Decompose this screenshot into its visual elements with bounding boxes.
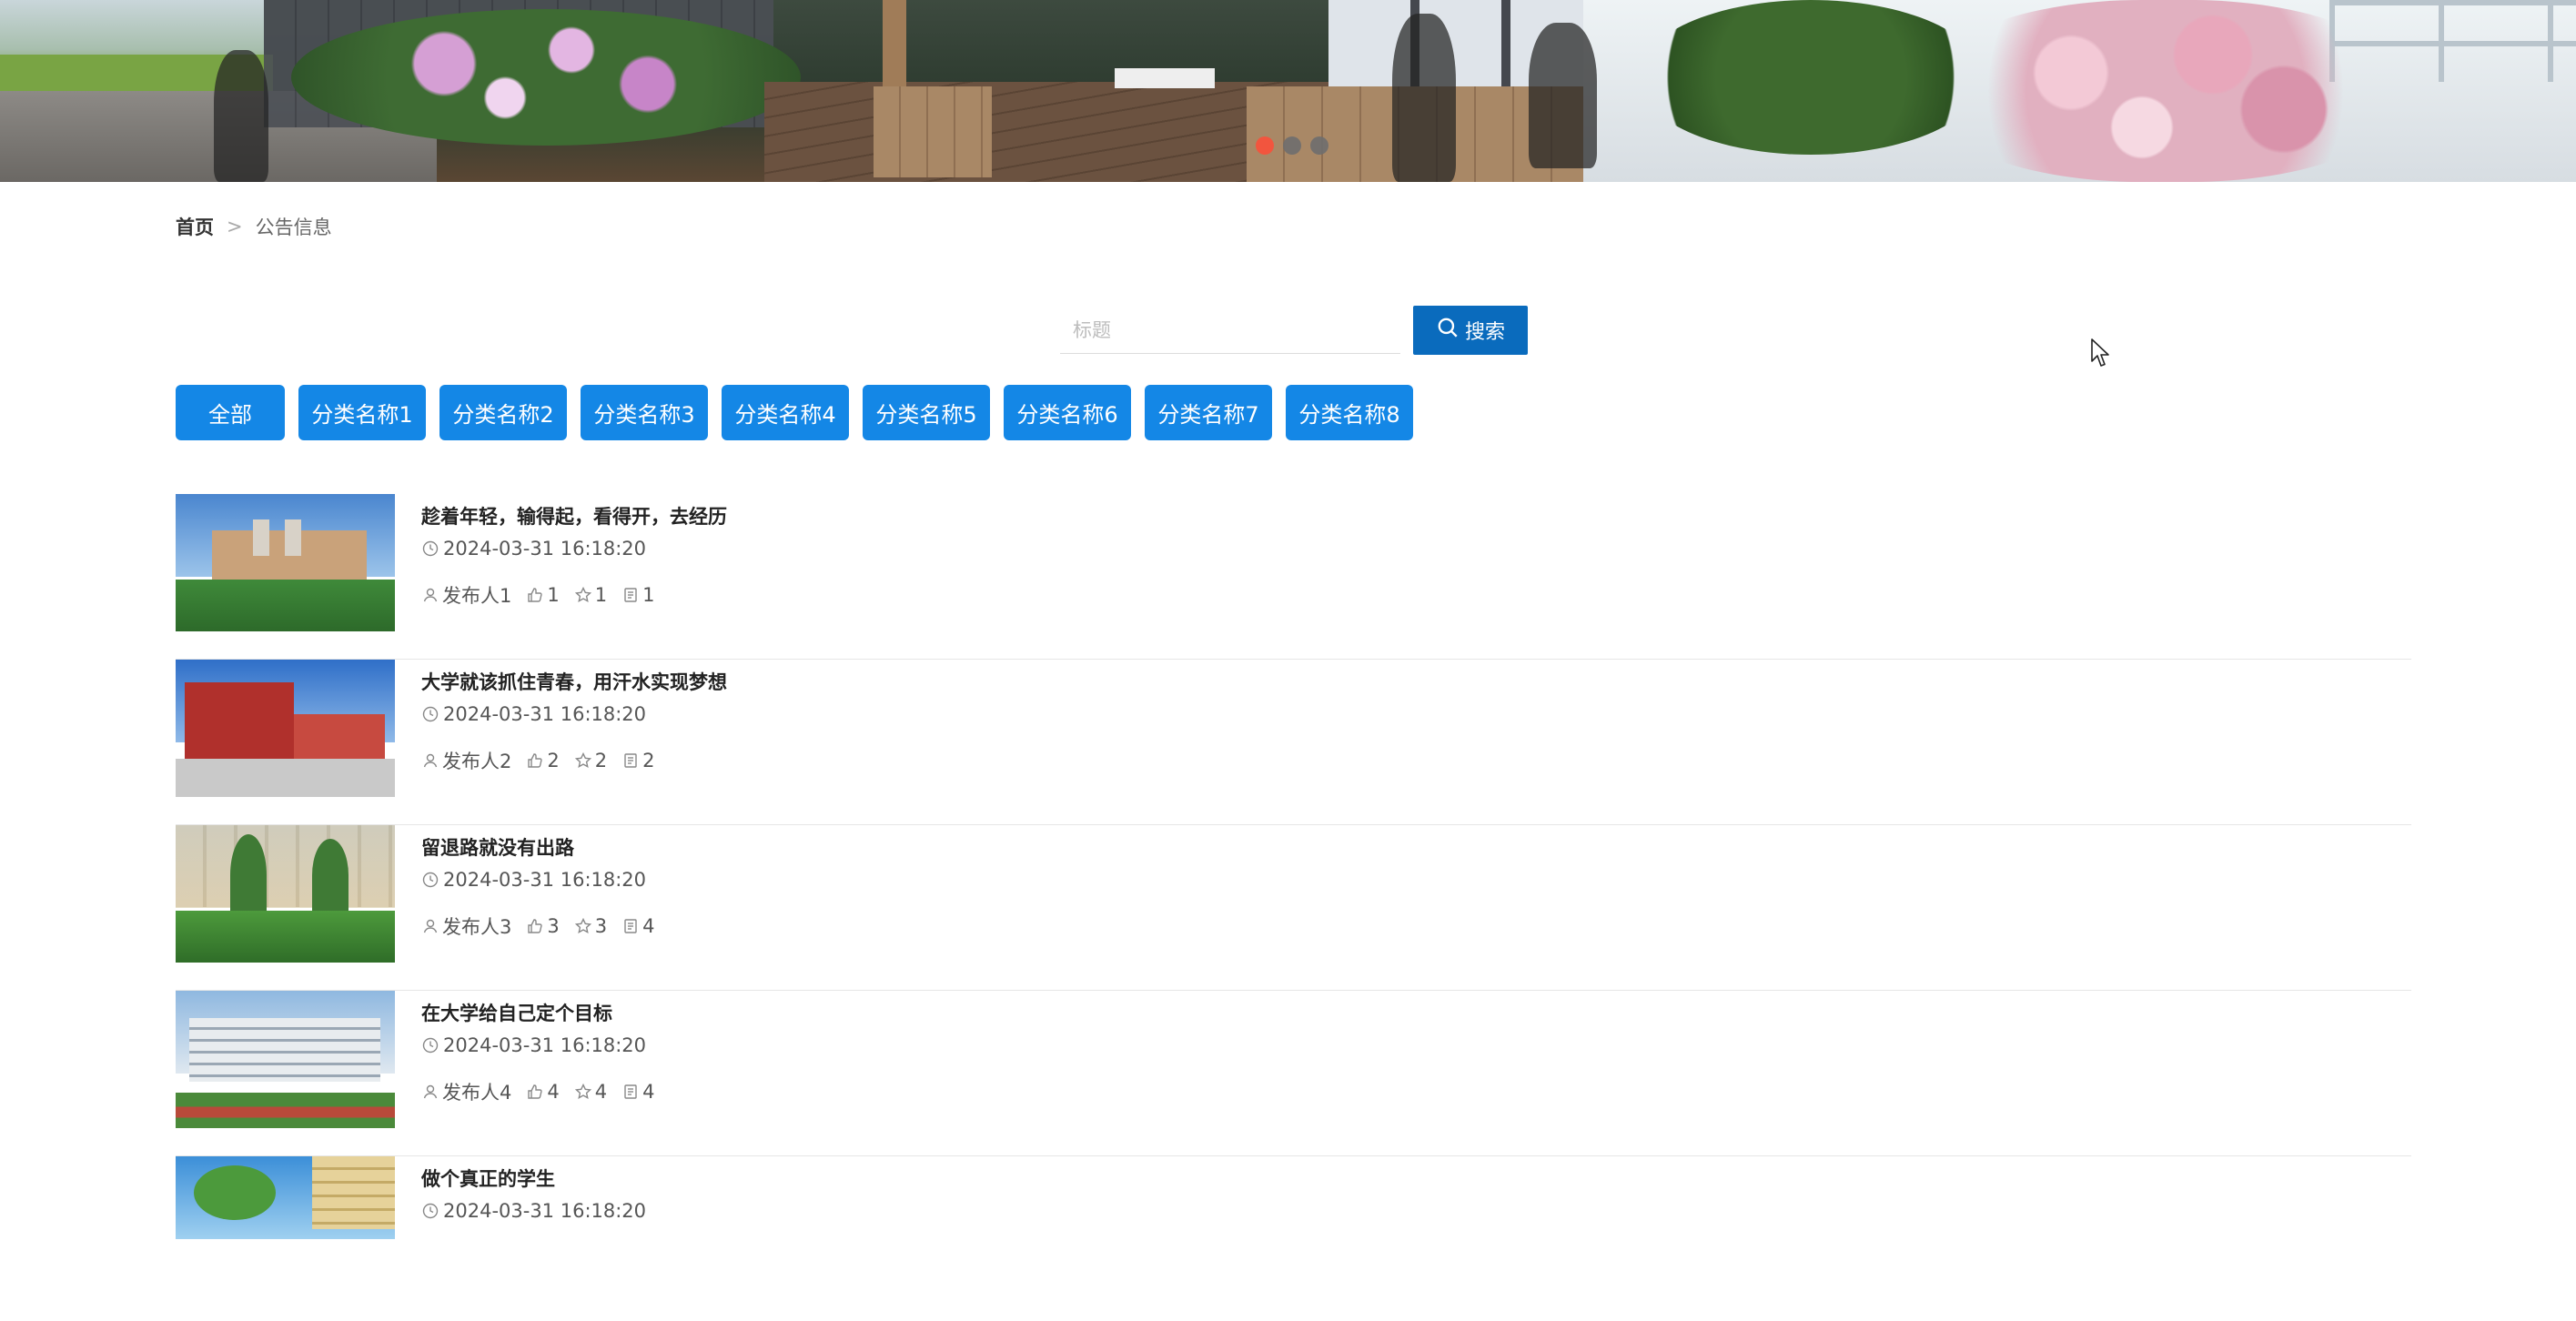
- category-5-button[interactable]: 分类名称5: [863, 385, 990, 440]
- search-button-label: 搜索: [1464, 321, 1505, 344]
- category-all-button[interactable]: 全部: [176, 385, 285, 440]
- clock-icon: [421, 705, 439, 723]
- category-8-button[interactable]: 分类名称8: [1286, 385, 1413, 440]
- carousel-dot-1[interactable]: [1256, 136, 1274, 155]
- notice-favorites: 4: [594, 1081, 608, 1103]
- notice-list-item[interactable]: 留退路就没有出路 2024-03-31 16:18:20 发布人3 3 3 4: [176, 825, 2411, 991]
- notice-meta: 发布人3 3 3 4: [421, 913, 670, 940]
- notice-meta: 发布人4 4 4 4: [421, 1078, 670, 1105]
- notice-time-text: 2024-03-31 16:18:20: [443, 703, 647, 725]
- notice-thumbnail[interactable]: [176, 660, 395, 797]
- breadcrumb-home-link[interactable]: 首页: [176, 213, 214, 240]
- carousel-dot-3[interactable]: [1310, 136, 1328, 155]
- notice-time-text: 2024-03-31 16:18:20: [443, 538, 647, 560]
- clock-icon: [421, 539, 439, 558]
- notice-title[interactable]: 趁着年轻，输得起，看得开，去经历: [421, 502, 727, 529]
- category-2-button[interactable]: 分类名称2: [439, 385, 567, 440]
- notice-time: 2024-03-31 16:18:20: [421, 538, 646, 560]
- notice-list-item[interactable]: 在大学给自己定个目标 2024-03-31 16:18:20 发布人4 4 4 …: [176, 991, 2411, 1156]
- category-1-button[interactable]: 分类名称1: [298, 385, 426, 440]
- clock-icon: [421, 1202, 439, 1220]
- comment-icon[interactable]: [621, 586, 640, 604]
- breadcrumb: 首页 > 公告信息: [176, 213, 332, 240]
- notice-likes: 4: [547, 1081, 560, 1103]
- carousel-indicators: [1256, 136, 1328, 155]
- notice-author: 发布人2: [442, 751, 512, 772]
- notice-time: 2024-03-31 16:18:20: [421, 1034, 646, 1056]
- thumbs-up-icon[interactable]: [526, 751, 544, 770]
- notice-thumbnail[interactable]: [176, 991, 395, 1128]
- notice-author: 发布人3: [442, 916, 512, 938]
- search-button[interactable]: 搜索: [1413, 306, 1528, 355]
- notice-time-text: 2024-03-31 16:18:20: [443, 1034, 647, 1056]
- notice-list: 趁着年轻，输得起，看得开，去经历 2024-03-31 16:18:20 发布人…: [176, 494, 2411, 1321]
- notice-author: 发布人1: [442, 585, 512, 607]
- breadcrumb-separator: >: [227, 216, 243, 237]
- notice-author: 发布人4: [442, 1082, 512, 1104]
- notice-title[interactable]: 做个真正的学生: [421, 1165, 555, 1192]
- category-7-button[interactable]: 分类名称7: [1145, 385, 1272, 440]
- search-icon: [1436, 316, 1460, 345]
- banner-image-part: [1392, 14, 1456, 182]
- notice-favorites: 1: [594, 584, 608, 606]
- mouse-cursor-icon: [2090, 338, 2110, 368]
- user-icon: [421, 917, 439, 935]
- carousel-dot-2[interactable]: [1283, 136, 1301, 155]
- notice-comments: 2: [642, 750, 655, 771]
- banner-image-part: [1529, 23, 1597, 168]
- notice-time-text: 2024-03-31 16:18:20: [443, 1200, 647, 1222]
- notice-list-item[interactable]: 大学就该抓住青春，用汗水实现梦想 2024-03-31 16:18:20 发布人…: [176, 660, 2411, 825]
- star-icon[interactable]: [574, 586, 592, 604]
- notice-title[interactable]: 在大学给自己定个目标: [421, 999, 612, 1026]
- clock-icon: [421, 871, 439, 889]
- user-icon: [421, 1083, 439, 1101]
- star-icon[interactable]: [574, 751, 592, 770]
- notice-title[interactable]: 留退路就没有出路: [421, 833, 574, 861]
- user-icon: [421, 751, 439, 770]
- notice-comments: 1: [642, 584, 655, 606]
- notice-favorites: 3: [594, 915, 608, 937]
- clock-icon: [421, 1036, 439, 1054]
- notice-comments: 4: [642, 915, 655, 937]
- notice-list-item[interactable]: 趁着年轻，输得起，看得开，去经历 2024-03-31 16:18:20 发布人…: [176, 494, 2411, 660]
- notice-time: 2024-03-31 16:18:20: [421, 869, 646, 891]
- user-icon: [421, 586, 439, 604]
- comment-icon[interactable]: [621, 1083, 640, 1101]
- comment-icon[interactable]: [621, 917, 640, 935]
- banner-image-part: [1115, 68, 1215, 88]
- notice-time: 2024-03-31 16:18:20: [421, 1200, 646, 1222]
- banner-image-part: [291, 9, 801, 146]
- category-4-button[interactable]: 分类名称4: [722, 385, 849, 440]
- banner-image-part: [874, 86, 992, 177]
- star-icon[interactable]: [574, 917, 592, 935]
- comment-icon[interactable]: [621, 751, 640, 770]
- notice-meta: 发布人1 1 1 1: [421, 581, 670, 609]
- notice-likes: 1: [547, 584, 560, 606]
- thumbs-up-icon[interactable]: [526, 1083, 544, 1101]
- notice-time-text: 2024-03-31 16:18:20: [443, 869, 647, 891]
- category-filter-bar: 全部 分类名称1 分类名称2 分类名称3 分类名称4 分类名称5 分类名称6 分…: [176, 385, 1413, 440]
- notice-title[interactable]: 大学就该抓住青春，用汗水实现梦想: [421, 668, 727, 695]
- breadcrumb-current: 公告信息: [255, 217, 332, 238]
- notice-comments: 4: [642, 1081, 655, 1103]
- star-icon[interactable]: [574, 1083, 592, 1101]
- notice-list-item[interactable]: 做个真正的学生 2024-03-31 16:18:20: [176, 1156, 2411, 1321]
- notice-thumbnail[interactable]: [176, 825, 395, 963]
- notice-time: 2024-03-31 16:18:20: [421, 703, 646, 725]
- banner-image-part: [214, 50, 268, 182]
- notice-favorites: 2: [594, 750, 608, 771]
- notice-likes: 2: [547, 750, 560, 771]
- notice-thumbnail[interactable]: [176, 1156, 395, 1294]
- notice-meta: 发布人2 2 2 2: [421, 747, 670, 774]
- category-6-button[interactable]: 分类名称6: [1004, 385, 1131, 440]
- notice-thumbnail[interactable]: [176, 494, 395, 631]
- banner-carousel[interactable]: [0, 0, 2576, 182]
- search-title-input[interactable]: [1060, 307, 1400, 354]
- thumbs-up-icon[interactable]: [526, 586, 544, 604]
- notice-likes: 3: [547, 915, 560, 937]
- thumbs-up-icon[interactable]: [526, 917, 544, 935]
- banner-image-part: [1929, 0, 2402, 182]
- category-3-button[interactable]: 分类名称3: [581, 385, 708, 440]
